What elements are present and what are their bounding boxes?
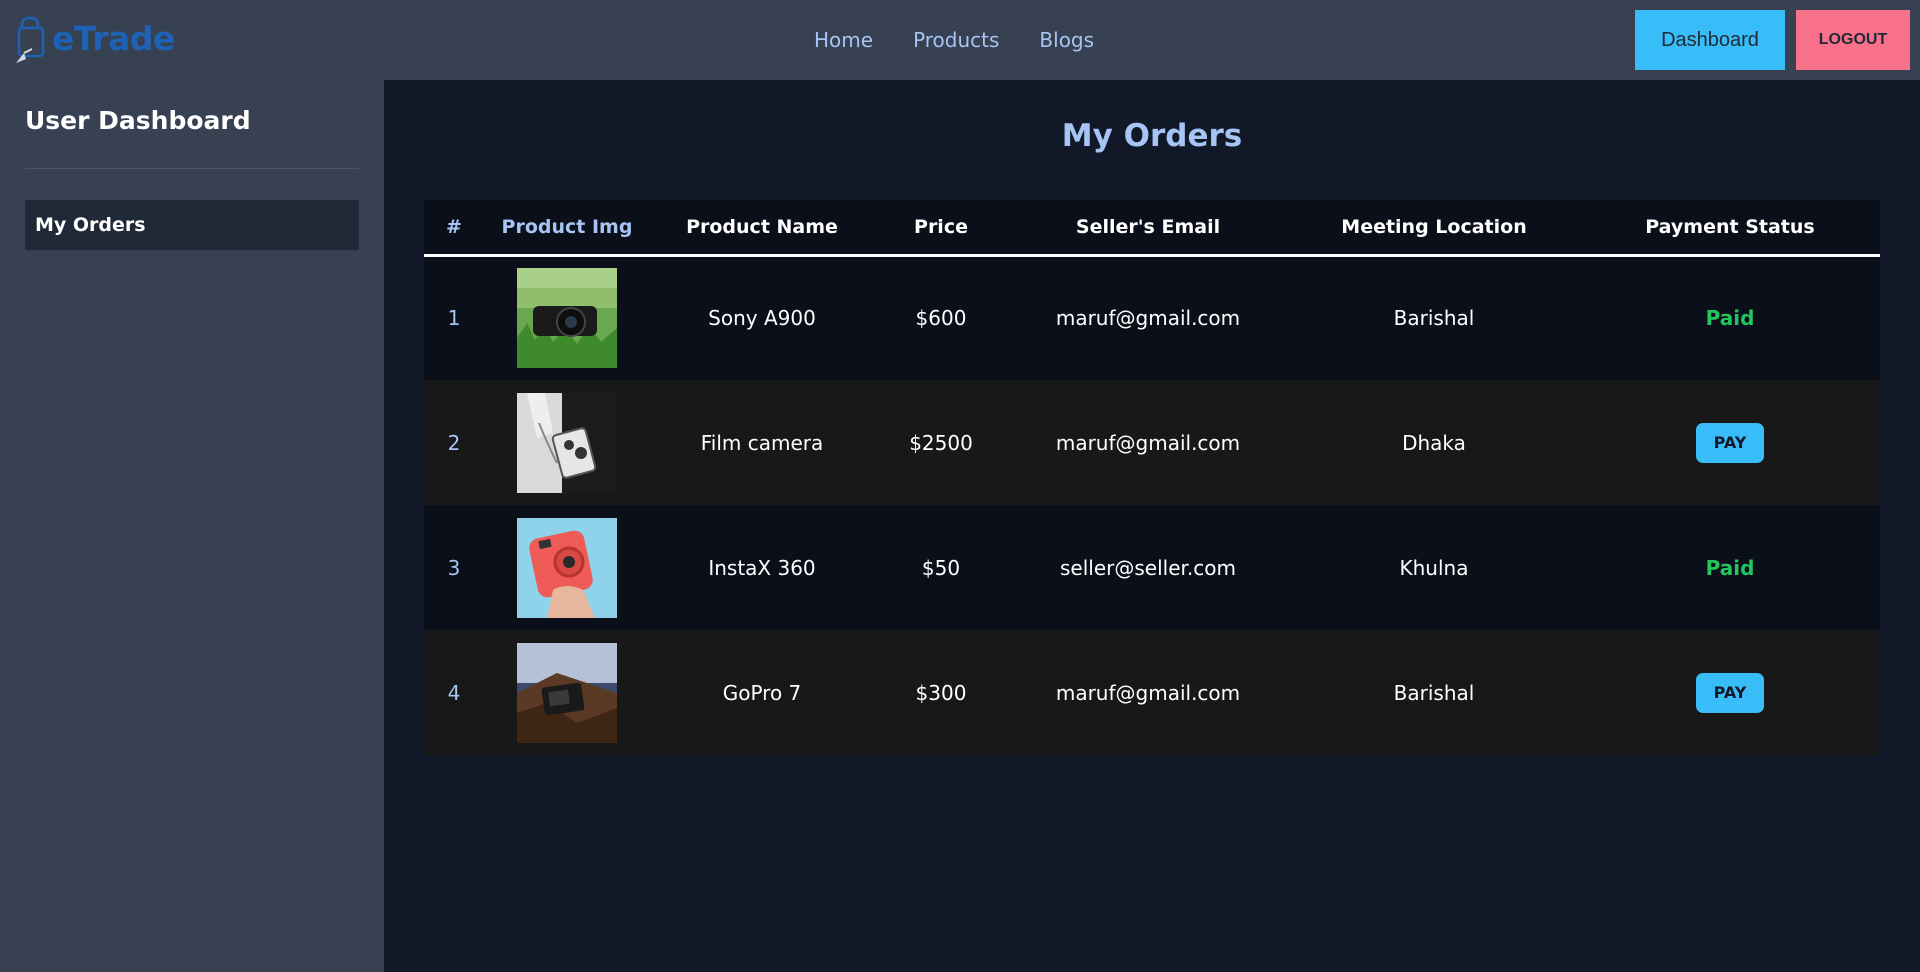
column-header-index: #: [424, 200, 484, 257]
row-index: 4: [424, 630, 484, 755]
brand-name: eTrade: [52, 19, 175, 58]
dashboard-button[interactable]: Dashboard: [1635, 10, 1785, 70]
meeting-location: Dhaka: [1288, 380, 1580, 505]
top-navbar: eTrade Home Products Blogs Dashboard LOG…: [0, 0, 1920, 80]
instax-camera-photo: [517, 517, 617, 618]
page-title: My Orders: [1061, 118, 1243, 154]
payment-status-cell: Paid: [1580, 255, 1880, 380]
product-image-cell: [484, 505, 650, 630]
nav-link-blogs[interactable]: Blogs: [1029, 20, 1104, 60]
product-price: $50: [874, 505, 1008, 630]
shopping-bag-icon: [12, 15, 52, 63]
sidebar-item-my-orders[interactable]: My Orders: [25, 200, 359, 250]
column-header-seller-email: Seller's Email: [1008, 200, 1288, 257]
orders-table: # Product Img Product Name Price Seller'…: [424, 200, 1880, 755]
brand-logo[interactable]: eTrade: [12, 14, 175, 64]
seller-email: seller@seller.com: [1008, 505, 1288, 630]
table-row: 2 Film camera $2500 maruf@gmail.com Dhak…: [424, 380, 1880, 505]
paid-status: Paid: [1705, 555, 1755, 580]
pay-button[interactable]: PAY: [1696, 672, 1764, 713]
product-price: $600: [874, 255, 1008, 380]
product-name: InstaX 360: [650, 505, 874, 630]
paid-status: Paid: [1705, 306, 1755, 331]
sidebar-divider: [25, 168, 359, 169]
nav-link-home[interactable]: Home: [804, 20, 883, 60]
product-name: Film camera: [650, 380, 874, 505]
camera-on-grass-photo: [517, 268, 617, 369]
nav-link-products[interactable]: Products: [903, 20, 1009, 60]
meeting-location: Barishal: [1288, 630, 1580, 755]
table-row: 4 GoPro 7 $300 maruf@gmail.com Barishal …: [424, 630, 1880, 755]
column-header-price: Price: [874, 200, 1008, 257]
product-image-cell: [484, 255, 650, 380]
sidebar: User Dashboard My Orders: [0, 80, 384, 972]
product-name: GoPro 7: [650, 630, 874, 755]
payment-status-cell: Paid: [1580, 505, 1880, 630]
column-header-product-img: Product Img: [484, 200, 650, 257]
table-row: 1 Sony A900 $600 maruf@gmail.com Barisha…: [424, 255, 1880, 380]
column-header-meeting-location: Meeting Location: [1288, 200, 1580, 257]
meeting-location: Barishal: [1288, 255, 1580, 380]
sidebar-item-label: My Orders: [35, 214, 146, 236]
logout-button[interactable]: LOGOUT: [1796, 10, 1910, 70]
table-header-row: # Product Img Product Name Price Seller'…: [424, 200, 1880, 257]
main-content: My Orders # Product Img Product Name Pri…: [384, 80, 1920, 972]
seller-email: maruf@gmail.com: [1008, 630, 1288, 755]
product-image-cell: [484, 380, 650, 505]
product-image-cell: [484, 630, 650, 755]
payment-status-cell: PAY: [1580, 630, 1880, 755]
row-index: 1: [424, 255, 484, 380]
product-name: Sony A900: [650, 255, 874, 380]
sidebar-title: User Dashboard: [25, 106, 251, 135]
payment-status-cell: PAY: [1580, 380, 1880, 505]
product-price: $300: [874, 630, 1008, 755]
column-header-payment-status: Payment Status: [1580, 200, 1880, 257]
meeting-location: Khulna: [1288, 505, 1580, 630]
product-price: $2500: [874, 380, 1008, 505]
nav-links: Home Products Blogs: [804, 0, 1104, 80]
film-camera-bw-photo: [517, 392, 617, 493]
pay-button[interactable]: PAY: [1696, 422, 1764, 463]
table-row: 3 InstaX 360 $50 seller@seller.com Khuln…: [424, 505, 1880, 630]
row-index: 2: [424, 380, 484, 505]
seller-email: maruf@gmail.com: [1008, 380, 1288, 505]
row-index: 3: [424, 505, 484, 630]
seller-email: maruf@gmail.com: [1008, 255, 1288, 380]
column-header-product-name: Product Name: [650, 200, 874, 257]
gopro-camera-photo: [517, 642, 617, 743]
